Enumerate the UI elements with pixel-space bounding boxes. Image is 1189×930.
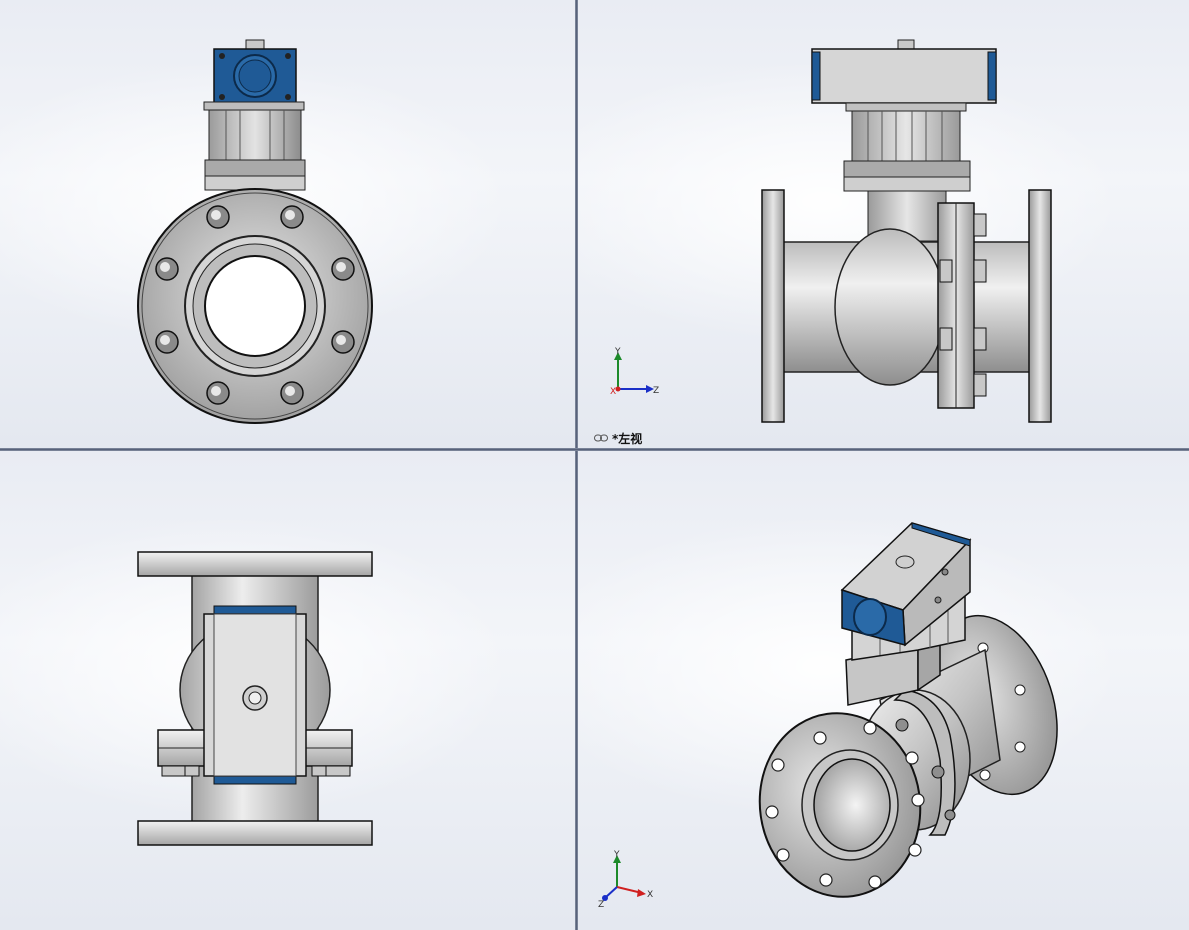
valve-iso-model (758, 522, 1058, 898)
viewport-splitter-horizontal[interactable] (0, 448, 1189, 451)
valve-side-model (761, 39, 1052, 423)
coordinate-triad-icon: Y X Z (610, 347, 659, 397)
triad-x-label: X (647, 890, 653, 900)
viewport-splitter-vertical[interactable] (575, 0, 578, 930)
viewport-isometric[interactable]: Y X Z (578, 451, 1189, 930)
triad-x-label: X (610, 387, 616, 397)
coordinate-triad-icon: Y X Z (598, 850, 653, 909)
triad-z-label: Z (653, 386, 659, 396)
triad-y-label: Y (613, 850, 620, 860)
view-name-label[interactable]: *左视 (594, 430, 642, 446)
triad-z-label: Z (598, 900, 604, 909)
view-name-text: *左视 (612, 431, 643, 446)
link-chain-icon (594, 434, 608, 442)
valve-top-model (137, 551, 373, 846)
valve-front-model (137, 39, 373, 424)
viewport-left[interactable]: Y X Z (578, 0, 1189, 448)
viewport-top[interactable] (0, 451, 575, 930)
triad-y-label: Y (614, 347, 621, 357)
viewport-front[interactable] (0, 0, 575, 448)
